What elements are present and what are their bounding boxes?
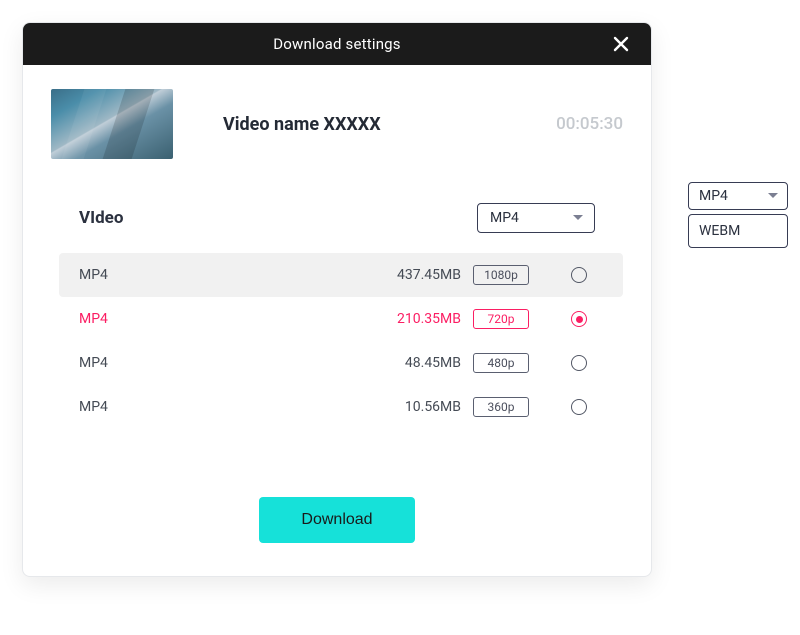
resolution-chip: 1080p <box>473 265 529 285</box>
resolution-chip: 720p <box>473 309 529 329</box>
close-button[interactable] <box>601 23 641 65</box>
video-header: Video name XXXXX 00:05:30 <box>23 65 651 167</box>
quality-option[interactable]: MP4 210.35MB 720p <box>59 297 623 341</box>
video-duration: 00:05:30 <box>556 114 623 134</box>
dialog-title: Download settings <box>273 35 401 53</box>
option-radio[interactable] <box>571 267 587 283</box>
video-thumbnail <box>51 89 173 159</box>
format-dropdown-value: MP4 <box>490 210 519 226</box>
side-format-menu-item[interactable]: WEBM <box>689 215 787 247</box>
chevron-down-icon <box>572 210 584 226</box>
option-radio[interactable] <box>571 355 587 371</box>
option-size: 10.56MB <box>351 399 461 415</box>
quality-option[interactable]: MP4 48.45MB 480p <box>59 341 623 385</box>
side-format-value: MP4 <box>699 188 728 204</box>
option-radio[interactable] <box>571 399 587 415</box>
option-size: 437.45MB <box>351 267 461 283</box>
option-radio[interactable] <box>571 311 587 327</box>
quality-option[interactable]: MP4 437.45MB 1080p <box>59 253 623 297</box>
format-side-panel: MP4 WEBM <box>688 182 788 248</box>
video-section-label: VIdeo <box>79 208 123 228</box>
video-name: Video name XXXXX <box>223 114 381 135</box>
close-icon <box>612 35 630 53</box>
option-format: MP4 <box>79 355 339 371</box>
option-size: 210.35MB <box>351 311 461 327</box>
resolution-chip: 360p <box>473 397 529 417</box>
action-row: Download <box>23 497 651 543</box>
quality-option[interactable]: MP4 10.56MB 360p <box>59 385 623 429</box>
resolution-chip: 480p <box>473 353 529 373</box>
download-button[interactable]: Download <box>259 497 414 543</box>
dialog-titlebar: Download settings <box>23 23 651 65</box>
quality-option-list: MP4 437.45MB 1080p MP4 210.35MB 720p MP4… <box>23 245 651 429</box>
option-size: 48.45MB <box>351 355 461 371</box>
format-dropdown[interactable]: MP4 <box>477 203 595 233</box>
option-format: MP4 <box>79 267 339 283</box>
option-format: MP4 <box>79 311 339 327</box>
chevron-down-icon <box>767 188 779 204</box>
option-format: MP4 <box>79 399 339 415</box>
side-format-dropdown[interactable]: MP4 <box>688 182 788 210</box>
side-format-menu: WEBM <box>688 214 788 248</box>
video-section-row: VIdeo MP4 <box>23 167 651 245</box>
download-settings-dialog: Download settings Video name XXXXX 00:05… <box>22 22 652 577</box>
